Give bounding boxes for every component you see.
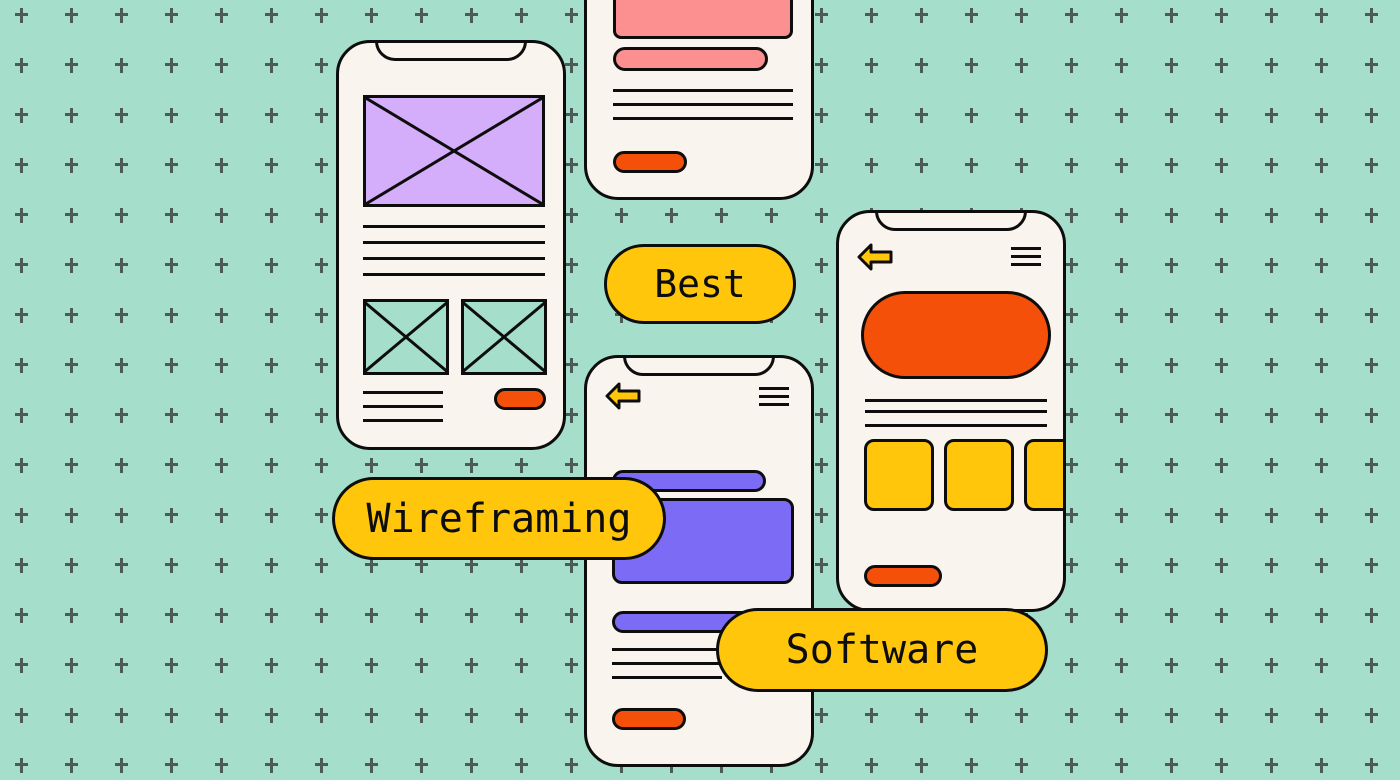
caption-line: [363, 419, 443, 422]
paragraph-line: [613, 117, 793, 120]
hamburger-menu-icon[interactable]: [1011, 247, 1041, 266]
wireframe-phone-right[interactable]: [836, 210, 1066, 612]
cta-button[interactable]: [613, 151, 687, 173]
cta-button[interactable]: [864, 565, 942, 587]
paragraph-line: [612, 648, 722, 651]
caption-line: [363, 405, 443, 408]
paragraph-line: [865, 410, 1047, 413]
caption-line: [363, 391, 443, 394]
thumbnail-right[interactable]: [461, 299, 547, 375]
paragraph-line: [612, 662, 722, 665]
cta-button[interactable]: [494, 388, 546, 410]
wireframe-phone-top-center[interactable]: [584, 0, 814, 200]
tile-1[interactable]: [864, 439, 934, 511]
tile-2[interactable]: [944, 439, 1014, 511]
tile-3[interactable]: [1024, 439, 1063, 511]
phone-screen-right: [839, 213, 1063, 609]
paragraph-line: [363, 273, 545, 276]
wireframe-phone-left[interactable]: [336, 40, 566, 450]
back-arrow-icon[interactable]: [857, 243, 893, 271]
wireframe-phone-bottom-center[interactable]: [584, 355, 814, 767]
tag-wireframing[interactable]: Wireframing: [332, 477, 666, 560]
tag-software-label: Software: [785, 627, 979, 673]
paragraph-line: [865, 424, 1047, 427]
tag-best-label: Best: [654, 262, 746, 306]
illustration-canvas: Best Wireframing Software: [0, 0, 1400, 780]
pill-field[interactable]: [613, 47, 768, 71]
paragraph-line: [363, 225, 545, 228]
paragraph-line: [363, 241, 545, 244]
hero-image-placeholder[interactable]: [363, 95, 545, 207]
paragraph-line: [865, 399, 1047, 402]
cta-button[interactable]: [612, 708, 686, 730]
hero-blob[interactable]: [861, 291, 1051, 379]
paragraph-line: [612, 676, 722, 679]
back-arrow-icon[interactable]: [605, 382, 641, 410]
paragraph-line: [613, 89, 793, 92]
tag-wireframing-label: Wireframing: [366, 495, 632, 542]
paragraph-line: [613, 103, 793, 106]
banner-block[interactable]: [613, 0, 793, 39]
phone-screen-top-center: [587, 0, 811, 197]
phone-screen-bottom-center: [587, 358, 811, 764]
phone-screen-left: [339, 43, 563, 447]
thumbnail-left[interactable]: [363, 299, 449, 375]
tag-best[interactable]: Best: [604, 244, 796, 324]
tag-software[interactable]: Software: [716, 608, 1048, 692]
paragraph-line: [363, 257, 545, 260]
hamburger-menu-icon[interactable]: [759, 387, 789, 406]
